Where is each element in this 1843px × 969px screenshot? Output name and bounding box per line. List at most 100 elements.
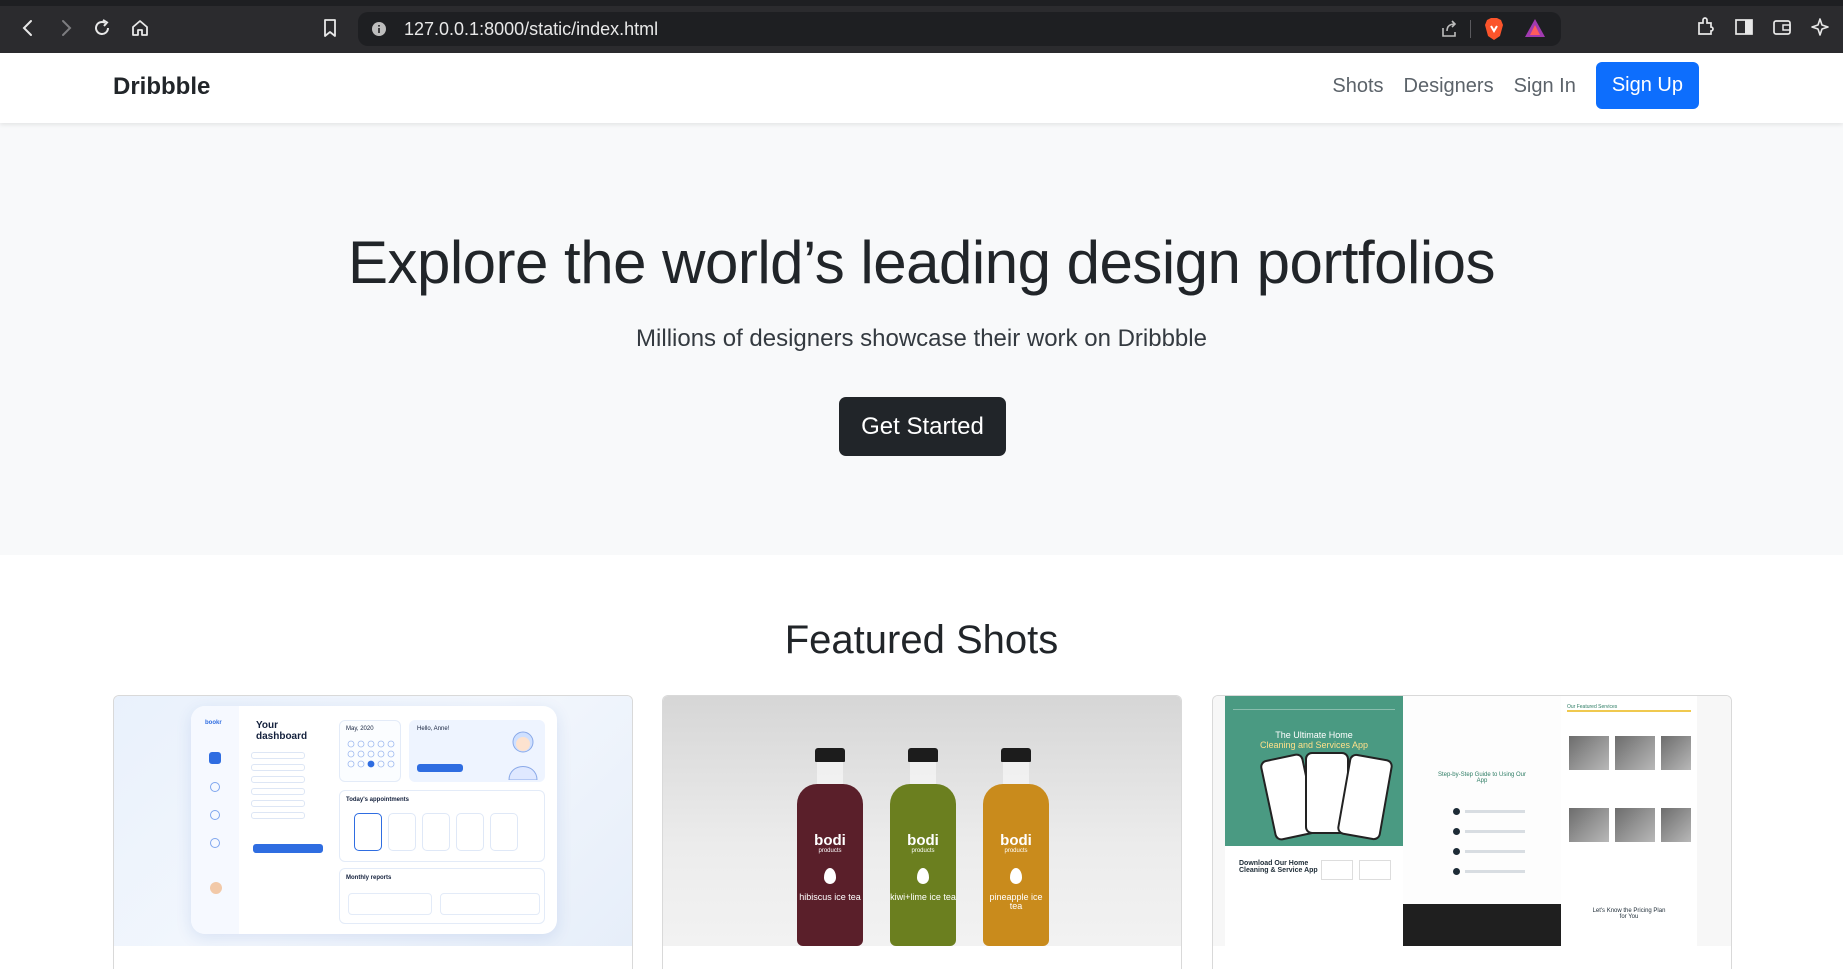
shot-card[interactable]: bookr Your dashboard May, 2020 Hello, An… (113, 695, 633, 969)
mockup-step-line (1465, 830, 1525, 833)
bottle-pineapple: bodi products pineapple ice tea (983, 748, 1049, 946)
extensions-icon[interactable] (1695, 16, 1717, 43)
home-icon[interactable] (126, 14, 154, 42)
mockup-hero-panel: The Ultimate Home Cleaning and Services … (1225, 696, 1403, 846)
bottle-flavor: hibiscus ice tea (799, 892, 861, 902)
bottle-brand: bodi (814, 832, 846, 849)
mockup-appointment (354, 813, 382, 851)
mockup-dark-footer (1403, 904, 1561, 946)
mockup-appointment (422, 813, 450, 851)
mockup-field (251, 764, 305, 771)
mockup-step-line (1465, 850, 1525, 853)
bottle-neck (1003, 762, 1029, 786)
bottle-body (797, 784, 863, 946)
mockup-download-panel: Download Our Home Cleaning & Service App (1225, 846, 1403, 946)
bookmark-icon[interactable] (316, 14, 344, 42)
share-icon[interactable] (1439, 19, 1459, 44)
mockup-calendar: May, 2020 (339, 720, 401, 782)
bottle-flavor: pineapple ice tea (989, 892, 1043, 911)
mockup-store-badge (1359, 860, 1391, 880)
mockup-field (251, 800, 305, 807)
sign-up-button[interactable]: Sign Up (1595, 62, 1699, 109)
mockup-field (251, 812, 305, 819)
hero-subtitle: Millions of designers showcase their wor… (636, 325, 1207, 352)
mockup-service-photo (1615, 736, 1655, 770)
address-bar[interactable]: 127.0.0.1:8000/static/index.html (358, 12, 1561, 46)
mockup-nav (1233, 700, 1395, 710)
mockup-download-text: Download Our Home Cleaning & Service App (1239, 860, 1318, 874)
mockup-step-line (1465, 810, 1525, 813)
bottle-brand: bodi (1000, 832, 1032, 849)
site-navbar: Dribbble Shots Designers Sign In Sign Up (0, 53, 1843, 123)
hero-title: Explore the world’s leading design portf… (347, 229, 1496, 296)
sidebar-icon[interactable] (1733, 16, 1755, 43)
bottle-hibiscus: bodi products hibiscus ice tea (797, 748, 863, 946)
mockup-sidebar: bookr (191, 706, 239, 934)
nav-link-sign-in[interactable]: Sign In (1514, 75, 1576, 98)
shot-thumbnail-bottles[interactable]: bodi products hibiscus ice tea bodi prod… (663, 696, 1181, 946)
mockup-store-badge (1321, 860, 1353, 880)
mockup-greeting-button (417, 764, 463, 772)
mockup-appointment (490, 813, 518, 851)
shot-thumbnail-cleaning-app[interactable]: The Ultimate Home Cleaning and Services … (1213, 696, 1731, 946)
mockup-field (251, 752, 305, 759)
back-icon[interactable] (14, 14, 42, 42)
mockup-reports: Monthly reports (339, 868, 545, 924)
mockup-field (251, 776, 305, 783)
mockup-services-panel: Our Featured Services Let's Know the Pri… (1561, 696, 1697, 946)
brave-shield-icon[interactable] (1483, 17, 1505, 46)
reload-icon[interactable] (88, 14, 116, 42)
bottle-kiwi: bodi products kiwi+lime ice tea (890, 748, 956, 946)
mockup-button (253, 844, 323, 853)
nav-link-shots[interactable]: Shots (1332, 75, 1383, 98)
shot-card[interactable]: bodi products hibiscus ice tea bodi prod… (662, 695, 1182, 969)
nav-link-designers[interactable]: Designers (1404, 75, 1494, 98)
drop-icon (824, 868, 836, 884)
mockup-appointments-label: Today's appointments (346, 797, 409, 803)
mockup-service-photo (1615, 808, 1655, 842)
mockup-nav-icon (209, 752, 221, 764)
drop-icon (917, 868, 929, 884)
mockup-heading: Your dashboard (256, 720, 308, 742)
shot-card[interactable]: The Ultimate Home Cleaning and Services … (1212, 695, 1732, 969)
url-text[interactable]: 127.0.0.1:8000/static/index.html (404, 19, 658, 40)
featured-title: Featured Shots (784, 618, 1059, 662)
brand-logo[interactable]: Dribbble (113, 73, 210, 101)
bottle-cap (908, 748, 938, 762)
get-started-button[interactable]: Get Started (839, 397, 1006, 456)
mockup-step (1453, 808, 1460, 815)
mockup-service-photo (1661, 808, 1691, 842)
browser-toolbar: 127.0.0.1:8000/static/index.html (0, 0, 1843, 53)
rewards-triangle-icon[interactable] (1523, 17, 1547, 44)
mockup-field (251, 788, 305, 795)
nav-links: Shots Designers Sign In Sign Up (1332, 62, 1699, 109)
mockup-steps-title: Step-by-Step Guide to Using Our App (1437, 772, 1527, 784)
mockup-appointment (388, 813, 416, 851)
leo-ai-icon[interactable] (1809, 16, 1833, 45)
bottle-flavor: kiwi+lime ice tea (890, 892, 956, 902)
mockup-step (1453, 848, 1460, 855)
forward-icon[interactable] (52, 14, 80, 42)
mockup-steps-panel: Step-by-Step Guide to Using Our App (1403, 696, 1561, 946)
url-divider (1470, 20, 1471, 38)
bottle-neck (817, 762, 843, 786)
mockup-greeting-card: Hello, Anne! (409, 720, 545, 782)
shot-thumbnail-dashboard[interactable]: bookr Your dashboard May, 2020 Hello, An… (114, 696, 632, 946)
bottle-sub: products (1004, 848, 1028, 854)
mockup-nav-icon (210, 782, 220, 792)
mockup-service-photo (1569, 736, 1609, 770)
mockup-nav-icon (210, 810, 220, 820)
bottle-body (983, 784, 1049, 946)
mockup-step-line (1465, 870, 1525, 873)
hero-section: Explore the world’s leading design portf… (0, 123, 1843, 555)
mockup-accent-line (1567, 710, 1691, 712)
mockup-reports-label: Monthly reports (346, 875, 392, 881)
mockup-avatar (210, 882, 222, 894)
wallet-icon[interactable] (1771, 16, 1793, 43)
mockup-report-tile (440, 893, 540, 915)
mockup-service-photo (1569, 808, 1609, 842)
bottle-sub: products (911, 848, 935, 854)
mockup-nav-icon (210, 838, 220, 848)
site-info-icon[interactable] (370, 20, 388, 38)
mockup-greeting: Hello, Anne! (417, 726, 450, 732)
